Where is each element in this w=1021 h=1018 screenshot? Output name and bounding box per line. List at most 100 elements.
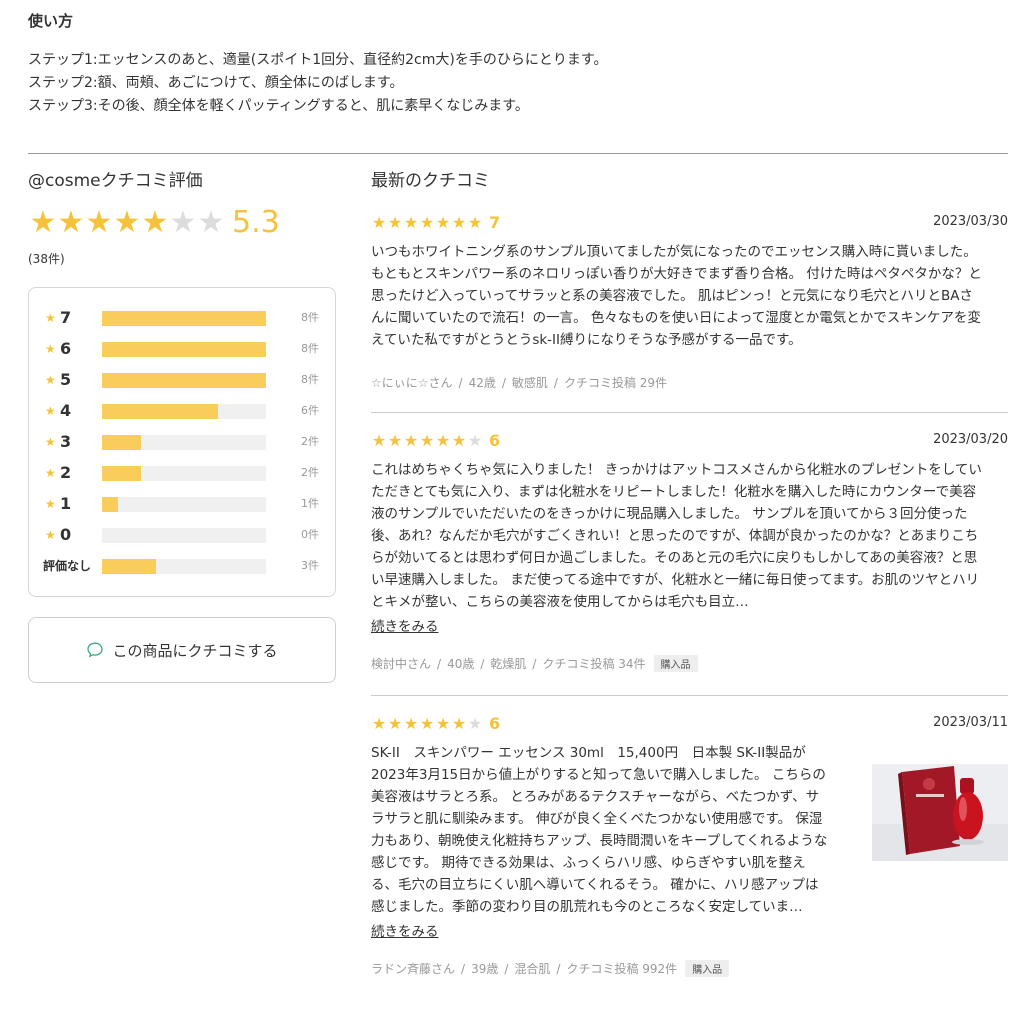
usage-step: ステップ2:額、両頬、あごにつけて、顔全体にのばします。 (28, 75, 404, 91)
distribution-row[interactable]: ★ 5 8件 (29, 370, 335, 390)
distribution-bar-track (102, 373, 266, 388)
reviewer-name[interactable]: ラドン斉藤さん (371, 960, 455, 977)
star-filled-icon: ★ (451, 713, 467, 733)
distribution-label: 4 (60, 401, 72, 420)
distribution-label: 0 (60, 525, 72, 544)
reviewer-post-count: クチコミ投稿 992件 (566, 962, 678, 976)
distribution-bar-track (102, 466, 266, 481)
review-line: 力もあり、朝晩使え化粧持ちアップ、長時間潤いをキープしてくれるような (371, 833, 828, 849)
review-score: 6 (489, 713, 501, 733)
star-filled-icon: ★ (403, 430, 419, 450)
review-score: 6 (489, 430, 501, 450)
star-filled-icon: ★ (85, 205, 113, 240)
distribution-label: 3 (60, 432, 72, 451)
star-filled-icon: ★ (403, 212, 419, 232)
average-stars: ★ ★ ★ ★ ★ ★ ★ (28, 205, 225, 240)
star-filled-icon: ★ (387, 430, 403, 450)
review-line: いつもホワイトニング系のサンプル頂いてましたが気になったのでエッセンス購入時に貰… (371, 244, 977, 260)
distribution-bar-track (102, 528, 266, 543)
distribution-row[interactable]: ★ 6 8件 (29, 339, 335, 359)
distribution-label: 7 (60, 308, 72, 327)
meta-separator: / (553, 375, 558, 390)
distribution-label: 1 (60, 494, 72, 513)
review-line: これはめちゃくちゃ気に入りました！ きっかけはアットコスメさんから化粧水のプレゼ… (371, 462, 982, 478)
distribution-row[interactable]: ★ 3 2件 (29, 432, 335, 452)
star-filled-icon: ★ (435, 713, 451, 733)
distribution-bar-track (102, 342, 266, 357)
read-more-link[interactable]: 続きをみる (371, 920, 439, 940)
distribution-count: 8件 (301, 311, 319, 324)
meta-separator: / (437, 656, 442, 671)
star-icon: ★ (45, 311, 56, 325)
review-text: これはめちゃくちゃ気に入りました！ きっかけはアットコスメさんから化粧水のプレゼ… (371, 459, 982, 613)
reviewer-skin-type: 混合肌 (514, 962, 551, 976)
distribution-label: 5 (60, 370, 72, 389)
review-line: い早速購入しました。 まだ使ってる途中ですが、化粧水と一緒に毎日使ってます。お肌… (371, 572, 980, 588)
meta-separator: / (458, 375, 463, 390)
distribution-row[interactable]: ★ 0 0件 (29, 525, 335, 545)
star-filled-icon: ★ (57, 205, 85, 240)
review-divider (371, 695, 1008, 696)
reviewer-age: 40歳 (447, 657, 475, 671)
latest-reviews: 最新のクチコミ ★ ★ ★ ★ ★ ★ ★ 7 2023/03/30 いつもホワイトニング系… (371, 168, 1008, 977)
review-date: 2023/03/20 (933, 432, 1008, 447)
distribution-row[interactable]: ★ 7 8件 (29, 308, 335, 328)
distribution-count: 8件 (301, 342, 319, 355)
star-empty-icon: ★ (467, 713, 483, 733)
reviewer-name[interactable]: 検討中さん (371, 655, 431, 672)
review-line: らが効いてるとは思わず何日か過ごしました。そのあと元の毛穴に戻りもしかしてあの美… (371, 550, 978, 566)
review-rating: ★ ★ ★ ★ ★ ★ ★ 6 (371, 429, 500, 451)
review-photo[interactable] (872, 764, 1008, 861)
read-more-link[interactable]: 続きをみる (371, 615, 439, 635)
reviewer-info: ☆にぃに☆さん / 42歳 / 敏感肌 / クチコミ投稿 29件 (371, 374, 667, 391)
review-line: 美容液はサラとろ系。 とろみがあるテクスチャーながら、べたつかず、サ (371, 789, 820, 805)
rating-title: @cosmeクチコミ評価 (28, 171, 203, 191)
distribution-label: 6 (60, 339, 72, 358)
review-score: 7 (489, 212, 501, 232)
star-filled-icon: ★ (419, 212, 435, 232)
distribution-bar-fill (102, 311, 266, 326)
reviewer-age: 42歳 (468, 376, 496, 390)
average-rating: ★ ★ ★ ★ ★ ★ ★ 5.3 (28, 206, 336, 240)
star-filled-icon: ★ (371, 212, 387, 232)
distribution-row[interactable]: 評価なし 3件 (29, 556, 335, 576)
review-rating: ★ ★ ★ ★ ★ ★ ★ 7 (371, 211, 500, 233)
distribution-count: 6件 (301, 404, 319, 417)
meta-separator: / (480, 656, 485, 671)
meta-separator: / (532, 656, 537, 671)
star-empty-icon: ★ (467, 430, 483, 450)
review-line: 感じです。 期待できる効果は、ふっくらハリ感、ゆらぎやすい肌を整え (371, 855, 806, 871)
distribution-row[interactable]: ★ 2 2件 (29, 463, 335, 483)
distribution-bar-track (102, 311, 266, 326)
rating-summary: @cosmeクチコミ評価 ★ ★ ★ ★ ★ ★ ★ 5.3 (38件) ★ 7 8件 ★ 6 8件 ★… (28, 168, 336, 683)
review-line: 2023年3月15日から値上がりすると知って急いで購入しました。 こちらの (371, 767, 826, 783)
distribution-row[interactable]: ★ 1 1件 (29, 494, 335, 514)
star-filled-icon: ★ (467, 212, 483, 232)
distribution-count: 2件 (301, 466, 319, 479)
usage-step: ステップ3:その後、顔全体を軽くパッティングすると、肌に素早くなじみます。 (28, 98, 529, 114)
write-review-button[interactable]: この商品にクチコミする (28, 617, 336, 683)
star-icon: ★ (45, 435, 56, 449)
meta-separator: / (556, 961, 561, 976)
review-line: SK-II スキンパワー エッセンス 30ml 15,400円 日本製 SK-I… (371, 745, 806, 761)
star-filled-icon: ★ (387, 713, 403, 733)
distribution-count: 2件 (301, 435, 319, 448)
reviewer-name[interactable]: ☆にぃに☆さん (371, 374, 453, 391)
distribution-count: 0件 (301, 528, 319, 541)
distribution-label: 評価なし (43, 559, 92, 573)
latest-reviews-title: 最新のクチコミ (371, 171, 490, 191)
star-filled-icon: ★ (29, 205, 57, 240)
review-total-count: (38件) (28, 252, 65, 266)
star-filled-icon: ★ (403, 713, 419, 733)
review-date: 2023/03/30 (933, 214, 1008, 229)
star-filled-icon: ★ (419, 430, 435, 450)
review-stars: ★ ★ ★ ★ ★ ★ ★ (371, 431, 483, 450)
star-filled-icon: ★ (451, 430, 467, 450)
star-empty-icon: ★ (169, 205, 197, 240)
distribution-bar-fill (102, 466, 142, 481)
review-stars: ★ ★ ★ ★ ★ ★ ★ (371, 213, 483, 232)
star-filled-icon: ★ (435, 212, 451, 232)
star-filled-icon: ★ (419, 713, 435, 733)
star-filled-icon: ★ (387, 212, 403, 232)
distribution-row[interactable]: ★ 4 6件 (29, 401, 335, 421)
